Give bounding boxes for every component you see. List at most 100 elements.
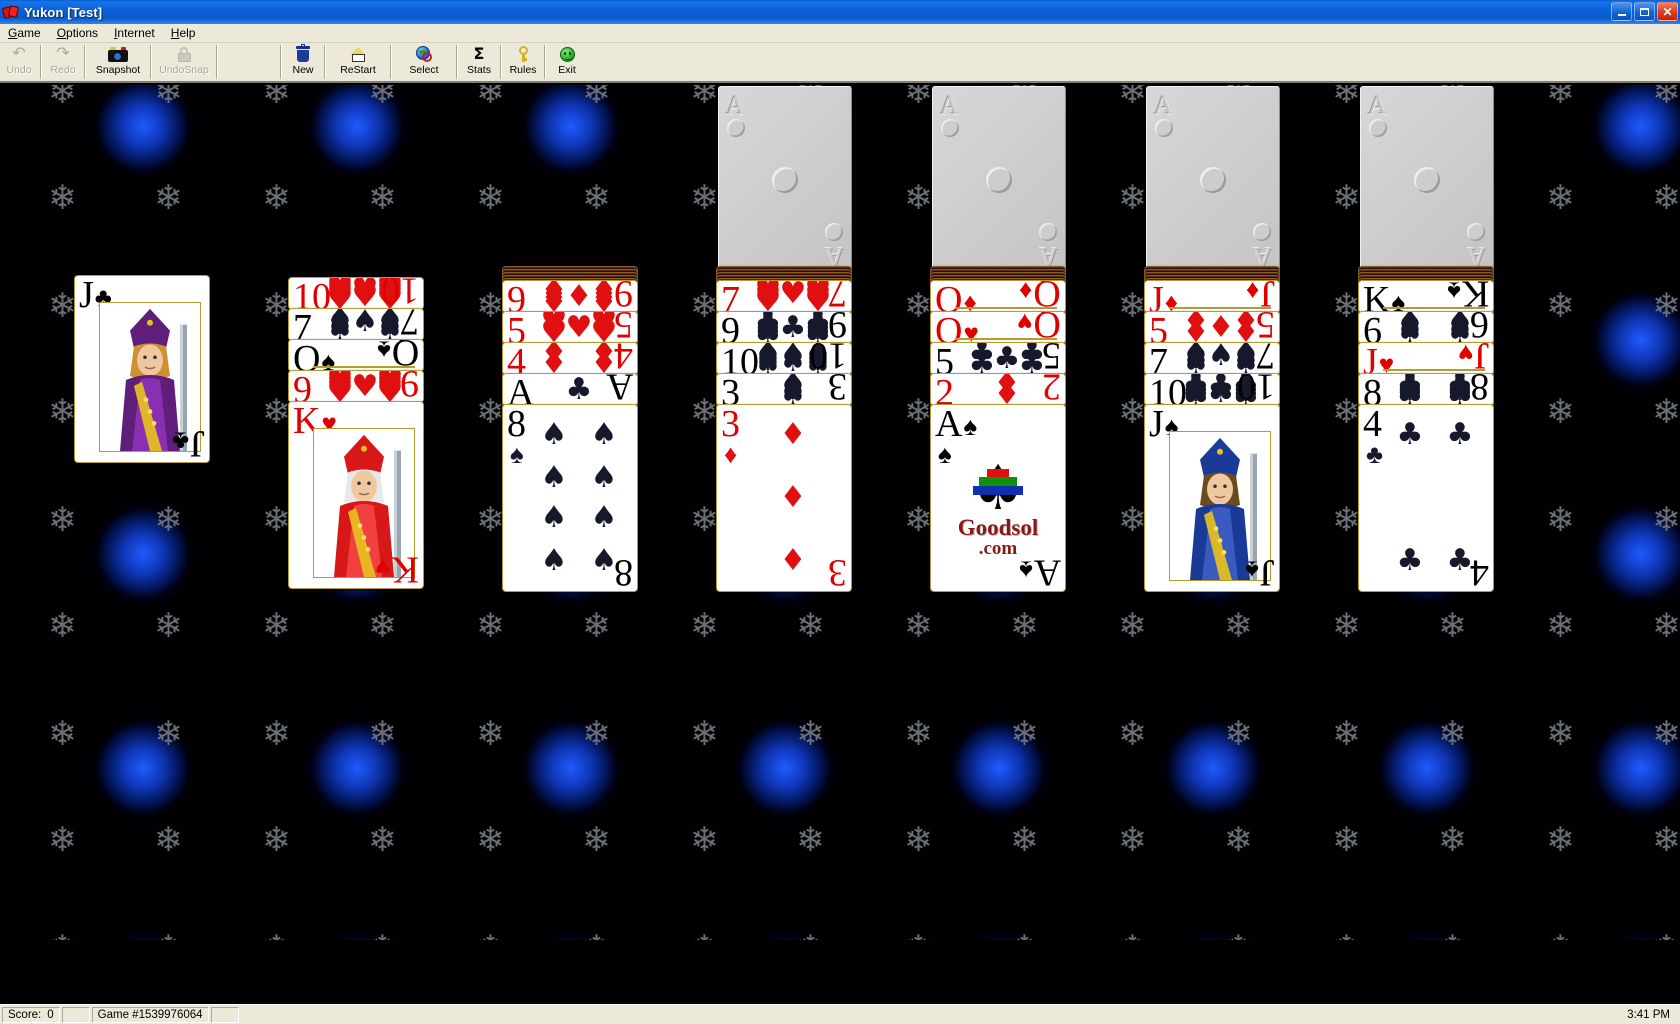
menu-item-internet[interactable]: Internet	[106, 25, 163, 41]
card-rank-corner-bottom: A ♠	[1019, 548, 1061, 591]
card-2-of-diamonds[interactable]: 2♦♦♦2	[930, 373, 1066, 406]
game-table[interactable]: ❄ ❄ ❄ ❄ ❄ ❄ ❄ ❄ ❄ ❄ ❄ ❄ ❄ ❄ ❄ ❄ ❄ ❄ ❄ ❄ ❄ ❄ ❄ ❄ ❄ ❄ ❄ ❄ ❄ ❄ ❄ ❄ ❄ ❄ ❄ ❄ ❄ ❄ ❄ ❄…	[0, 85, 1680, 940]
card-10-of-spades[interactable]: 10♠♠♠♠♠♠♠♠♠♠♠10	[716, 342, 852, 375]
card-J-of-hearts[interactable]: J ♥ J ♥	[1358, 342, 1494, 375]
card-5-of-clubs[interactable]: 5♣♣♣♣♣♣5	[930, 342, 1066, 375]
card-7-of-spades[interactable]: 7♠♠♠♠♠♠♠♠7	[288, 308, 424, 341]
snowflake-icon: ❄	[1546, 931, 1575, 940]
card-rank: 7	[293, 308, 312, 341]
minimize-button[interactable]	[1611, 2, 1632, 21]
card-7-of-spades[interactable]: 7♠♠♠♠♠♠♠♠7	[1144, 342, 1280, 375]
snowflake-icon: ❄	[1546, 820, 1575, 860]
card-pip: ♠	[779, 377, 807, 406]
tableau-column-4[interactable]: 7♥♥♥♥♥♥♥♥79♣♣♣♣♣♣♣♣♣♣910♠♠♠♠♠♠♠♠♠♠♠103♠♠…	[716, 85, 852, 940]
card-5-of-diamonds[interactable]: 5♦♦♦♦♦♦5	[1144, 311, 1280, 344]
rules-button[interactable]: Rules	[504, 43, 542, 81]
new-game-button[interactable]: New	[284, 43, 322, 81]
card-4-of-clubs[interactable]: 4 ♣ ♣ ♣ ♣ ♣ 4	[1358, 404, 1494, 592]
menu-item-help[interactable]: Help	[163, 25, 204, 41]
card-9-of-clubs[interactable]: 9♣♣♣♣♣♣♣♣♣♣9	[716, 311, 852, 344]
restart-button[interactable]: ReStart	[328, 43, 388, 81]
card-8-of-clubs[interactable]: 8♣♣♣♣♣♣♣♣♣8	[1358, 373, 1494, 406]
card-K-of-spades[interactable]: K ♠ K ♠	[1358, 280, 1494, 313]
card-Q-of-diamonds[interactable]: Q ♦ Q ♦	[930, 280, 1066, 313]
card-9-of-hearts[interactable]: 9♥♥♥♥♥♥♥♥♥♥9	[288, 370, 424, 403]
card-rank-corner-bottom: 9	[614, 281, 633, 312]
card-Q-of-spades[interactable]: Q ♠ Q ♠	[288, 339, 424, 372]
card-rank-bottom: 10	[381, 277, 419, 310]
close-button[interactable]: ✕	[1657, 2, 1678, 21]
card-J-of-spades[interactable]: J ♠ J ♠	[1144, 404, 1280, 592]
card-pip: ♠	[590, 459, 618, 495]
card-rank: 5	[507, 311, 526, 344]
card-pip: ♠	[590, 417, 618, 453]
card-suit-icon-bottom: ♥	[1017, 311, 1033, 337]
card-rank-corner-bottom: Q ♠	[377, 340, 419, 371]
tableau-column-5[interactable]: Q♦Q♦Q♥Q♥5♣♣♣♣♣♣52♦♦♦2A♠♠♠Goodsol.comA♠	[930, 85, 1066, 940]
toolbar-separator	[544, 45, 546, 79]
card-9-of-diamonds[interactable]: 9♦♦♦♦♦♦♦♦♦♦9	[502, 280, 638, 313]
exit-button[interactable]: Exit	[548, 43, 586, 81]
toolbar-separator	[150, 45, 152, 79]
card-4-of-diamonds[interactable]: 4♦♦♦♦♦4	[502, 342, 638, 375]
undo-button[interactable]: ↶ Undo	[0, 43, 38, 81]
menu-item-options[interactable]: Options	[49, 25, 106, 41]
tableau-column-2[interactable]: 10♥♥♥♥♥♥♥♥♥♥♥107♠♠♠♠♠♠♠♠7Q♠Q♠9♥♥♥♥♥♥♥♥♥♥…	[288, 85, 424, 940]
toolbar-separator	[216, 45, 218, 79]
snowflake-icon: ❄	[1652, 606, 1680, 646]
card-rank-bottom: 6	[1470, 311, 1489, 344]
redo-button[interactable]: ↷ Redo	[44, 43, 82, 81]
snowflake-icon: ❄	[48, 606, 77, 646]
card-J-of-clubs[interactable]: J ♣ J ♣	[74, 275, 210, 463]
snowflake-icon: ❄	[1332, 714, 1361, 754]
card-K-of-hearts[interactable]: K ♥ K ♥	[288, 401, 424, 589]
tableau-column-1[interactable]: J ♣ J ♣	[74, 85, 210, 940]
card-3-of-diamonds[interactable]: 3 ♦ ♦ ♦ ♦ 3	[716, 404, 852, 592]
card-suit-icon: ♣	[1366, 439, 1384, 469]
undosnap-button[interactable]: UndoSnap	[154, 43, 214, 81]
select-game-button[interactable]: Select	[394, 43, 454, 81]
stats-button[interactable]: Σ Stats	[460, 43, 498, 81]
card-3-of-spades[interactable]: 3♠♠♠♠3	[716, 373, 852, 406]
card-rank: 6	[1363, 311, 1382, 344]
snowflake-icon: ❄	[1118, 714, 1147, 754]
card-A-of-clubs[interactable]: A♣♣A	[502, 373, 638, 406]
tableau-column-7[interactable]: K♠K♠6♠♠♠♠♠♠♠6J♥J♥8♣♣♣♣♣♣♣♣♣84♣♣♣♣♣4	[1358, 85, 1494, 940]
card-J-of-diamonds[interactable]: J ♦ J ♦	[1144, 280, 1280, 313]
snapshot-button[interactable]: Snapshot	[88, 43, 148, 81]
card-A-of-spades[interactable]: A♠♠♠Goodsol.comA♠	[930, 404, 1066, 592]
card-10-of-clubs[interactable]: 10♣♣♣♣♣♣♣♣♣♣♣10	[1144, 373, 1280, 406]
card-rank-corner: 7	[721, 281, 740, 312]
snowflake-icon: ❄	[48, 178, 77, 218]
snowflake-icon: ❄	[262, 820, 291, 860]
card-pip: ♥	[351, 370, 379, 403]
card-rank-corner: 9	[721, 312, 740, 343]
game-id-cell: Game #1539976064	[91, 1006, 209, 1023]
card-pip: ♠	[540, 542, 568, 578]
tableau-column-6[interactable]: J♦J♦5♦♦♦♦♦♦57♠♠♠♠♠♠♠♠710♣♣♣♣♣♣♣♣♣♣♣10J♠J…	[1144, 85, 1280, 940]
snowflake-icon: ❄	[1652, 85, 1680, 112]
card-pip: ♥	[326, 281, 354, 310]
toolbar-separator	[456, 45, 458, 79]
snowflake-icon: ❄	[904, 286, 933, 326]
snowflake-icon: ❄	[1546, 500, 1575, 540]
card-rank-bottom: K	[1461, 280, 1489, 313]
tableau-column-3[interactable]: 9♦♦♦♦♦♦♦♦♦♦95♥♥♥♥♥♥54♦♦♦♦♦4A♣♣A8♠♠♠♠♠♠♠♠…	[502, 85, 638, 940]
card-8-of-spades[interactable]: 8 ♠ ♠ ♠ ♠ ♠ ♠ ♠ ♠ ♠ 8	[502, 404, 638, 592]
card-pip: ♠	[540, 417, 568, 453]
card-pip: ♥	[779, 280, 807, 311]
snowflake-icon: ❄	[262, 392, 291, 432]
card-7-of-hearts[interactable]: 7♥♥♥♥♥♥♥♥7	[716, 280, 852, 313]
menu-item-game[interactable]: Game	[0, 25, 49, 41]
card-5-of-hearts[interactable]: 5♥♥♥♥♥♥5	[502, 311, 638, 344]
snowflake-icon: ❄	[1118, 606, 1147, 646]
card-rank-bottom: J	[1260, 280, 1275, 313]
card-Q-of-hearts[interactable]: Q ♥ Q ♥	[930, 311, 1066, 344]
card-10-of-hearts[interactable]: 10♥♥♥♥♥♥♥♥♥♥♥10	[288, 277, 424, 310]
select-label: Select	[409, 64, 439, 76]
card-6-of-spades[interactable]: 6♠♠♠♠♠♠♠6	[1358, 311, 1494, 344]
card-rank-bottom: 7	[400, 308, 419, 341]
card-rank-corner: 7	[1149, 343, 1168, 374]
maximize-button[interactable]	[1634, 2, 1655, 21]
card-rank-bottom: A	[605, 373, 633, 406]
